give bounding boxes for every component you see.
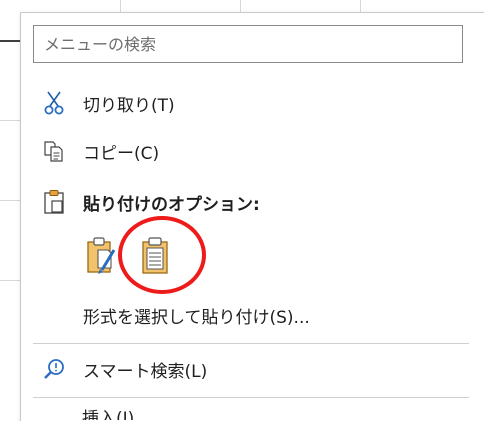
- context-menu: 切り取り(T) コピー(C): [20, 12, 484, 421]
- menu-item-label: スマート検索(L): [83, 361, 208, 382]
- copy-icon: [37, 134, 71, 168]
- menu-item-label: 挿入(I): [82, 409, 135, 420]
- menu-item-label: 貼り付けのオプション:: [83, 194, 260, 215]
- paste-values-button[interactable]: [133, 234, 177, 282]
- smart-lookup-icon: [37, 352, 71, 386]
- menu-item-label: コピー(C): [83, 143, 160, 164]
- menu-item-label: 切り取り(T): [83, 95, 175, 116]
- menu-search-input[interactable]: [33, 25, 463, 63]
- grid-line: [0, 120, 20, 121]
- paste-keep-source-formatting-icon: [84, 236, 118, 280]
- grid-line: [0, 280, 20, 281]
- scissors-icon: [37, 86, 71, 120]
- menu-item-insert-partial[interactable]: 挿入(I): [82, 404, 134, 420]
- grid-line: [0, 200, 20, 201]
- paste-keep-source-formatting-button[interactable]: [79, 234, 123, 282]
- paste-values-icon: [140, 236, 170, 280]
- paste-options-header: 貼り付けのオプション:: [29, 182, 469, 222]
- clipboard-icon: [37, 185, 71, 219]
- blank-icon-slot: [37, 298, 71, 332]
- menu-item-smart-lookup[interactable]: スマート検索(L): [29, 349, 469, 389]
- menu-item-copy[interactable]: コピー(C): [29, 131, 469, 171]
- screenshot-stage: 切り取り(T) コピー(C): [0, 0, 484, 421]
- menu-separator: [33, 397, 469, 398]
- menu-item-cut[interactable]: 切り取り(T): [29, 83, 469, 123]
- menu-item-label: 形式を選択して貼り付け(S)...: [83, 307, 310, 328]
- menu-separator: [33, 343, 469, 344]
- paste-options-row: [79, 230, 177, 286]
- menu-item-paste-special[interactable]: 形式を選択して貼り付け(S)...: [29, 295, 469, 335]
